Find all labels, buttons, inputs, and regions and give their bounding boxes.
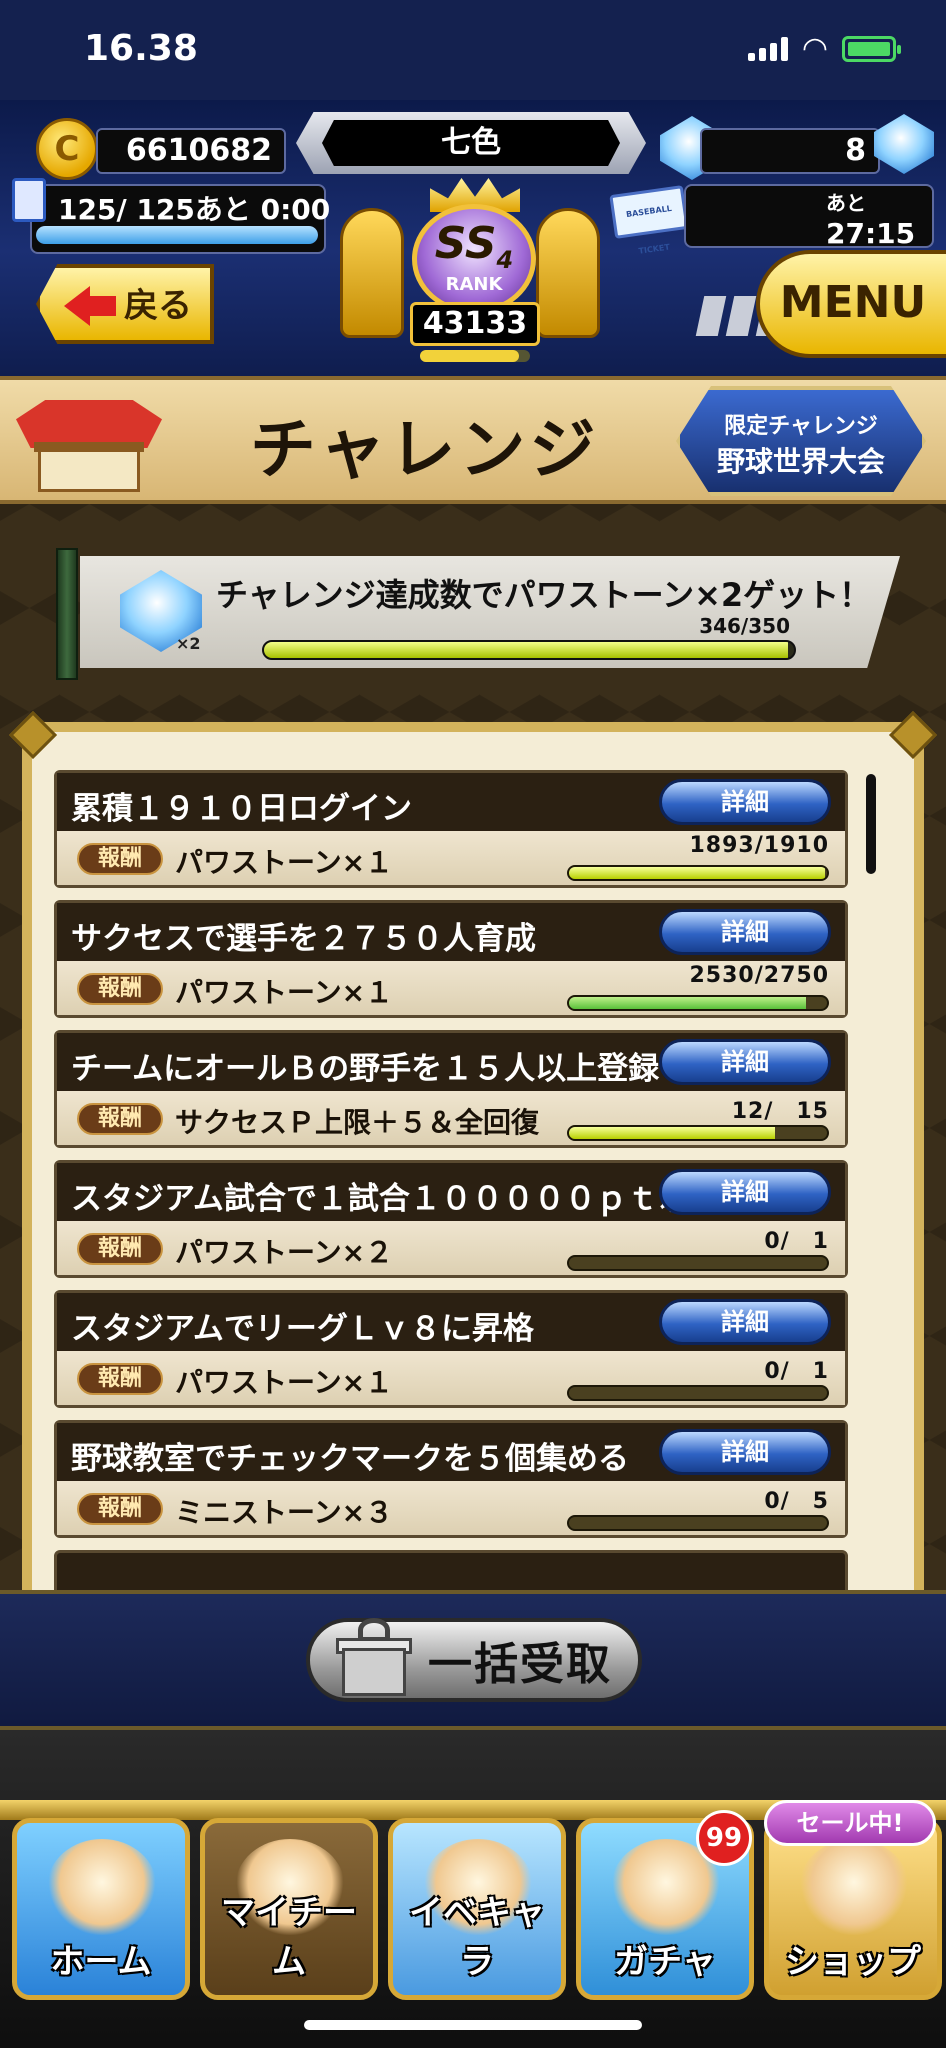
banner-stone-count: ×2 — [176, 634, 201, 653]
stamina-icon — [12, 178, 46, 222]
challenge-gauge — [567, 865, 829, 881]
reward-text: パワストーン×１ — [175, 846, 394, 879]
reward-text: パワストーン×２ — [175, 1236, 394, 1269]
challenge-title: 累積１９１０日ログイン — [71, 791, 412, 827]
wifi-icon: ◠ — [801, 31, 828, 66]
reward-tag: 報酬 — [77, 1493, 163, 1525]
stamina-gauge — [36, 226, 318, 244]
nav-label: ショップ — [785, 1942, 921, 1982]
challenge-gauge — [567, 1255, 829, 1271]
nav-label: ガチャ — [614, 1942, 716, 1982]
reward-tag: 報酬 — [77, 1233, 163, 1265]
nav-label: マイチーム — [221, 1893, 357, 1982]
back-arrow-tail — [88, 296, 116, 316]
rank-score-gauge — [420, 350, 530, 362]
challenge-progress: 0/ 1 — [764, 1229, 829, 1254]
reward-tag: 報酬 — [77, 1363, 163, 1395]
ticket-segment — [725, 296, 757, 336]
challenge-title: チームにオールＢの野手を１５人以上登録 — [71, 1051, 660, 1087]
coin-icon: C — [36, 118, 98, 180]
rank-score: 43133 — [410, 302, 540, 346]
detail-button[interactable]: 詳細 — [659, 1299, 831, 1345]
receive-all-label: 一括受取 — [428, 1639, 612, 1690]
sale-tag: セール中! — [764, 1800, 936, 1846]
reward-text: ミニストーン×３ — [175, 1496, 394, 1529]
challenge-gauge — [567, 1385, 829, 1401]
back-arrow-icon — [64, 286, 90, 326]
challenge-item: スタジアム試合で１試合１０００００ｐｔ以上を獲得 詳細 報酬 パワストーン×２ 0/ 1 — [54, 1160, 848, 1278]
reward-text: パワストーン×１ — [175, 976, 394, 1009]
trophy-left-icon — [340, 208, 404, 338]
ticket-icon: BASEBALL TICKET — [609, 185, 689, 256]
reward-tag: 報酬 — [77, 1103, 163, 1135]
clock: 16.38 — [84, 28, 198, 69]
challenge-item: スタジアムでリーグＬｖ８に昇格 詳細報酬 パワストーン×１ 0/ 1 — [54, 1290, 848, 1408]
banner-text: チャレンジ達成数でパワストーン×2ゲット！ — [216, 576, 872, 614]
challenge-list[interactable]: 累積１９１０日ログイン 詳細 報酬 パワストーン×１ 1893/1910 サクセスで選手を… — [54, 770, 848, 1590]
challenge-progress: 0/ 5 — [764, 1489, 829, 1514]
challenge-gauge — [567, 1515, 829, 1531]
limited-challenge-label-2: 野球世界大会 — [716, 445, 885, 478]
ticket-segment — [695, 296, 727, 336]
status-icons: ◠ — [747, 31, 901, 66]
power-stone-count: 8 — [700, 128, 880, 174]
challenge-item-partial — [54, 1550, 848, 1590]
challenge-gauge — [567, 995, 829, 1011]
challenge-title: 野球教室でチェックマークを５個集める — [71, 1441, 629, 1477]
back-label: 戻る — [124, 286, 192, 326]
rank-word: RANK — [445, 274, 503, 295]
banner-progress: 346/350 — [699, 614, 790, 638]
nav-my-team[interactable]: マイチーム — [200, 1818, 378, 2000]
reward-tag: 報酬 — [77, 843, 163, 875]
detail-button[interactable]: 詳細 — [659, 909, 831, 955]
challenge-progress: 0/ 1 — [764, 1359, 829, 1384]
ticket-timer: あと27:15 — [826, 191, 916, 250]
reward-text: パワストーン×１ — [175, 1366, 394, 1399]
nav-event-chara[interactable]: イベキャラ — [388, 1818, 566, 2000]
nav-home[interactable]: ホーム — [12, 1818, 190, 2000]
challenge-item: 野球教室でチェックマークを５個集める 詳細報酬 ミニストーン×３ 0/ 5 — [54, 1420, 848, 1538]
game-header: C 6610682 七色 8 125/ 125あと 0:00 SS4 RANK … — [0, 100, 946, 376]
nav-label: ホーム — [50, 1942, 152, 1982]
shop-icon — [799, 1839, 909, 1935]
challenge-title: サクセスで選手を２７５０人育成 — [71, 921, 536, 957]
menu-button[interactable]: MENU — [756, 250, 946, 358]
challenge-title: スタジアムでリーグＬｖ８に昇格 — [71, 1311, 534, 1347]
power-stone-add-icon[interactable] — [874, 114, 934, 174]
detail-button[interactable]: 詳細 — [659, 1039, 831, 1085]
home-indicator[interactable] — [304, 2020, 642, 2030]
detail-button[interactable]: 詳細 — [659, 779, 831, 825]
banner-gauge — [262, 640, 796, 660]
reward-tag: 報酬 — [77, 973, 163, 1005]
reward-text: サクセスＰ上限＋５＆全回復 — [175, 1106, 540, 1139]
shrine-icon — [16, 384, 162, 496]
scroll-rod-left — [56, 548, 78, 680]
rank-letters: SS4 — [434, 218, 514, 274]
page-title: チャレンジ — [250, 411, 600, 488]
coin-count: 6610682 — [96, 128, 286, 174]
gacha-count-badge: 99 — [696, 1810, 752, 1866]
challenge-progress: 12/ 15 — [731, 1099, 829, 1124]
battery-icon — [842, 36, 901, 62]
stamina-text: 125/ 125あと 0:00 — [58, 193, 331, 226]
challenge-item: 累積１９１０日ログイン 詳細報酬 パワストーン×１ 1893/1910 — [54, 770, 848, 888]
list-scrollbar[interactable] — [866, 774, 876, 874]
challenge-progress: 1893/1910 — [689, 833, 829, 858]
limited-challenge-label-1: 限定チャレンジ — [724, 414, 878, 439]
detail-button[interactable]: 詳細 — [659, 1169, 831, 1215]
home-icon — [47, 1839, 157, 1935]
rank-title: 七色 — [322, 120, 620, 166]
challenge-gauge — [567, 1125, 829, 1141]
gift-icon — [332, 1614, 416, 1698]
trophy-right-icon — [536, 208, 600, 338]
challenge-item: チームにオールＢの野手を１５人以上登録 詳細報酬 サクセスＰ上限＋５＆全回復 12/ … — [54, 1030, 848, 1148]
challenge-item: サクセスで選手を２７５０人育成 詳細報酬 パワストーン×１ 2530/2750 — [54, 900, 848, 1018]
challenge-progress: 2530/2750 — [689, 963, 829, 988]
signal-icon — [747, 37, 788, 61]
detail-button[interactable]: 詳細 — [659, 1429, 831, 1475]
status-bar: 16.38 ◠ — [0, 0, 946, 100]
rank-badge[interactable]: SS4 RANK 43133 — [340, 178, 600, 374]
nav-label: イベキャラ — [409, 1893, 545, 1982]
